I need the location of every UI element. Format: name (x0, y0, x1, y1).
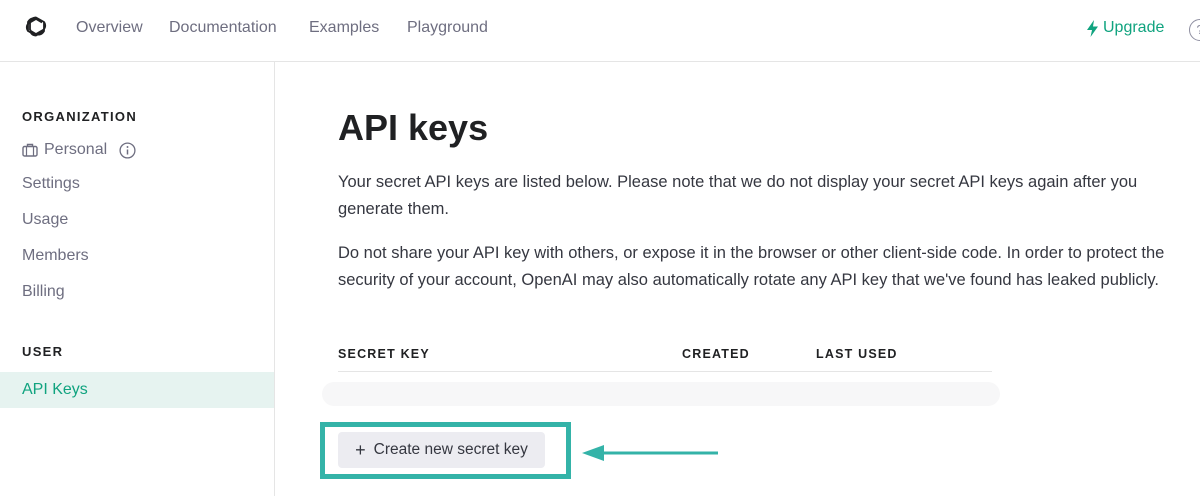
top-nav: Overview Documentation Examples Playgrou… (0, 0, 1200, 62)
bolt-icon (1087, 19, 1098, 37)
description-paragraph-1: Your secret API keys are listed below. P… (338, 173, 1138, 218)
upgrade-link[interactable]: Upgrade (1086, 18, 1164, 38)
nav-documentation[interactable]: Documentation (169, 18, 277, 38)
upgrade-label: Upgrade (1103, 19, 1165, 36)
column-header-created: CREATED (682, 347, 750, 361)
sidebar-item-usage[interactable]: Usage (22, 210, 68, 230)
table-header-divider (338, 371, 992, 372)
sidebar-item-api-keys[interactable]: API Keys (0, 372, 274, 408)
page-title: API keys (338, 107, 489, 148)
org-selector[interactable]: Personal (22, 141, 136, 159)
user-heading: USER (22, 344, 64, 359)
column-header-last-used: LAST USED (816, 347, 898, 361)
empty-table-row (322, 382, 1000, 406)
organization-heading: ORGANIZATION (22, 109, 138, 124)
plus-icon: + (355, 440, 366, 460)
info-icon[interactable] (119, 141, 136, 159)
create-new-secret-key-button[interactable]: + Create new secret key (338, 432, 545, 468)
sidebar-item-members[interactable]: Members (22, 246, 89, 266)
arrow-left-icon (582, 445, 718, 461)
sidebar: ORGANIZATION Personal Settings Usage Mem… (0, 62, 275, 496)
org-name: Personal (44, 141, 108, 158)
nav-examples[interactable]: Examples (309, 18, 379, 38)
description-paragraph-2: Do not share your API key with others, o… (338, 244, 1165, 289)
create-button-label: Create new secret key (373, 441, 528, 458)
sidebar-item-billing[interactable]: Billing (22, 282, 65, 302)
sidebar-item-settings[interactable]: Settings (22, 174, 80, 194)
nav-overview[interactable]: Overview (76, 18, 143, 38)
help-icon[interactable]: ? (1189, 19, 1200, 41)
nav-playground[interactable]: Playground (407, 18, 488, 38)
openai-logo-icon[interactable] (22, 14, 50, 42)
briefcase-icon (22, 143, 38, 157)
column-header-secret-key: SECRET KEY (338, 347, 430, 361)
